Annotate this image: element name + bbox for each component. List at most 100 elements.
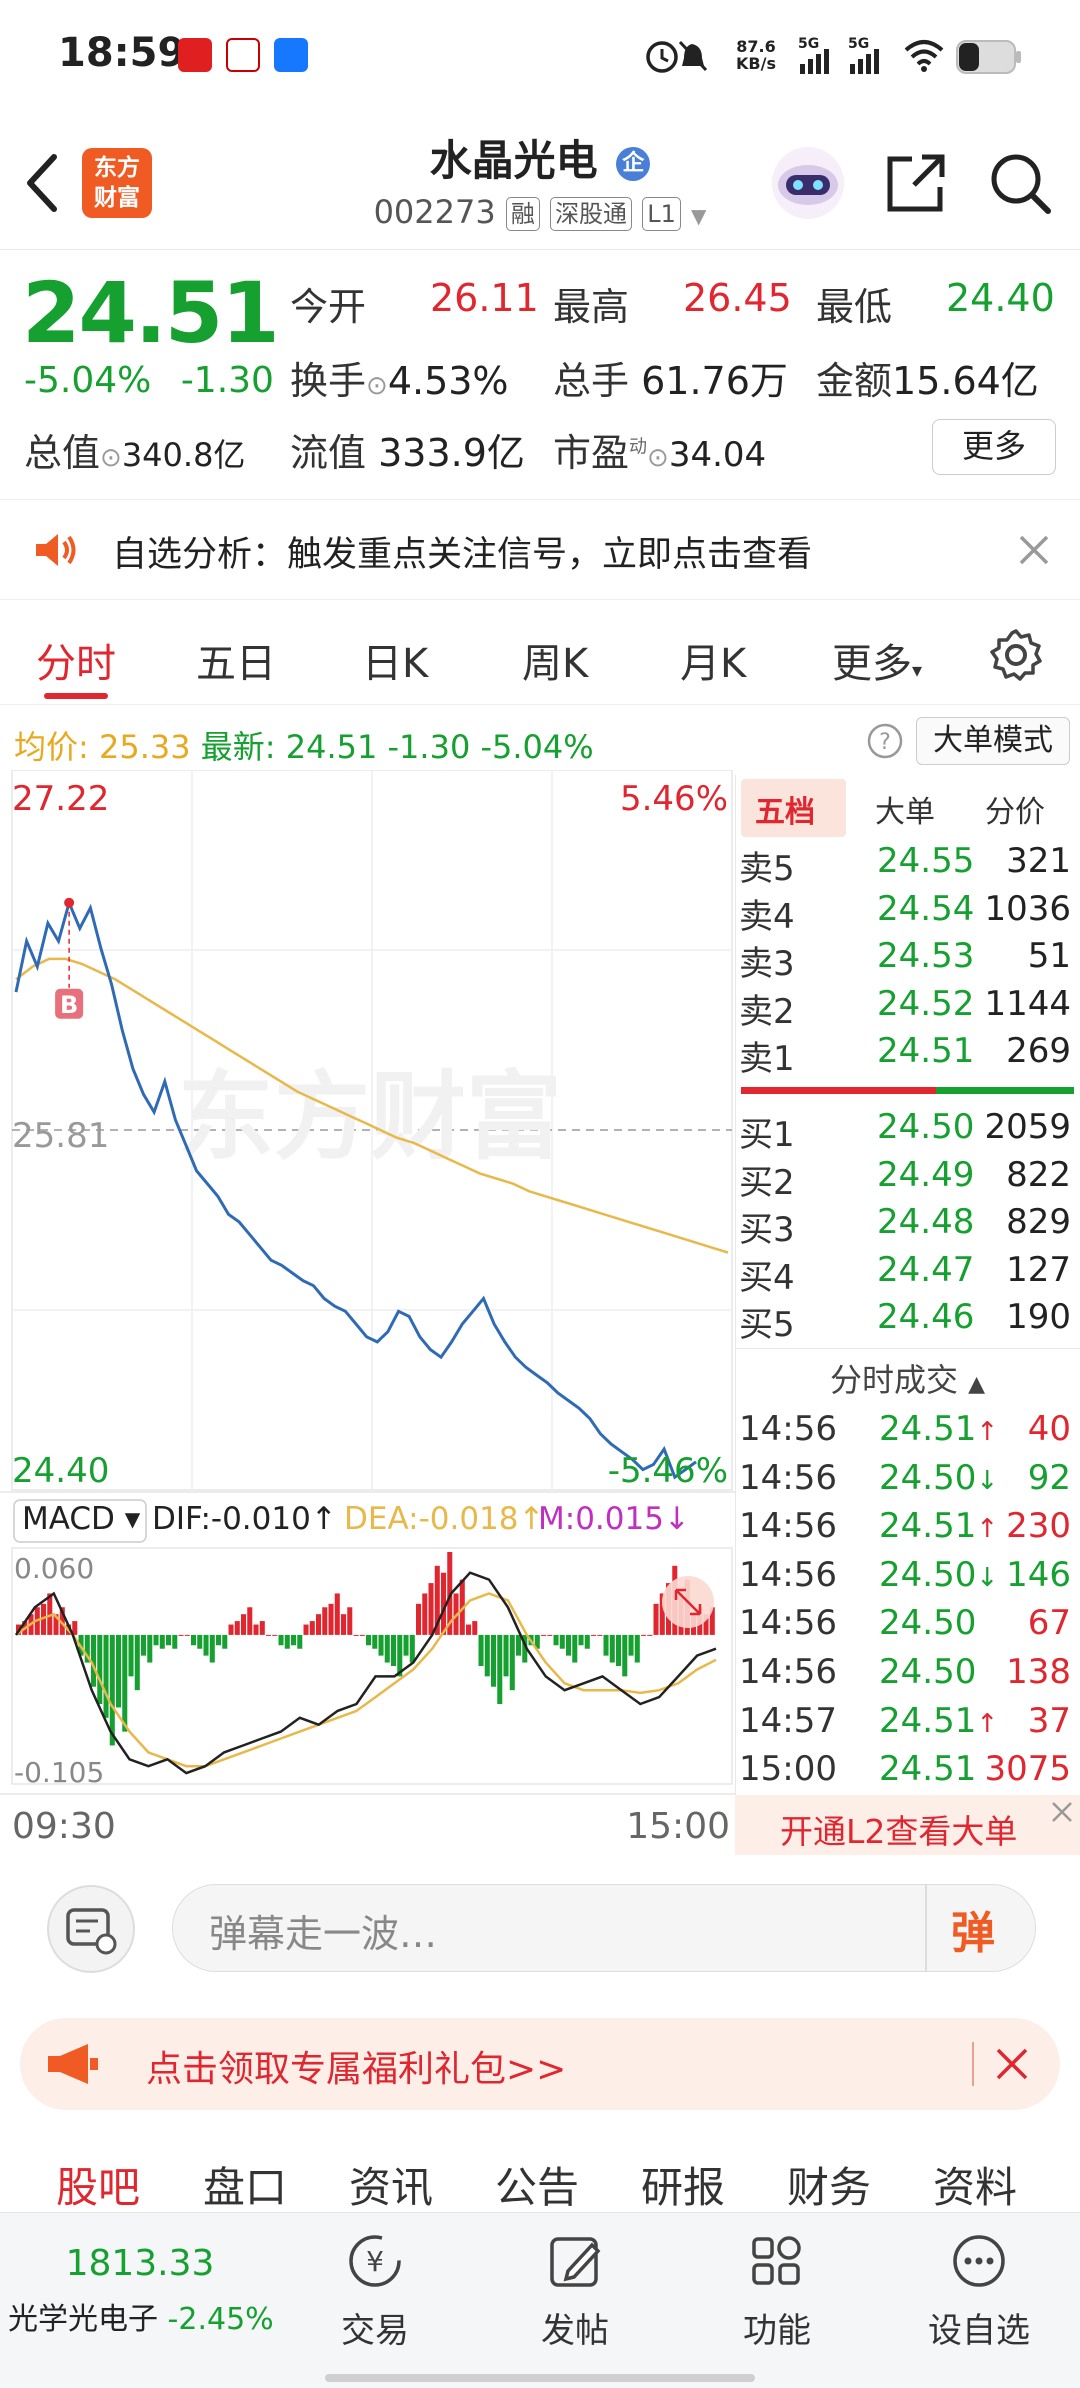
tab-profile[interactable]: 资料: [933, 2154, 1017, 2215]
close-icon[interactable]: [1049, 1799, 1075, 1825]
add-watchlist-button[interactable]: 设自选: [914, 2231, 1044, 2352]
close-icon[interactable]: [1018, 534, 1050, 566]
buy-point-label: B: [60, 991, 78, 1019]
settings-gear-icon[interactable]: [988, 627, 1044, 683]
l2-upgrade-bar[interactable]: 开通L2查看大单: [735, 1795, 1080, 1855]
comment-list-icon[interactable]: [46, 1884, 136, 1974]
macd-bar: [553, 1634, 559, 1646]
buy-level-row[interactable]: 买2 24.49 822: [739, 1155, 1079, 1203]
level-price: 24.53: [877, 936, 975, 976]
price-chart-area: 东方财富 B 27.22 25.81 24.40 5.46% -5.46%: [11, 770, 733, 1491]
macd-bar: [228, 1624, 234, 1635]
tab-five-level[interactable]: 五档: [755, 787, 815, 831]
macd-bar: [484, 1634, 490, 1677]
tab-research[interactable]: 研报: [641, 2154, 725, 2215]
tick-price: 24.50: [879, 1652, 976, 1692]
sell-pressure-bar: [741, 1087, 936, 1094]
tag-level: L1: [642, 197, 681, 231]
macd-bar: [578, 1634, 584, 1646]
tab-forum[interactable]: 股吧: [56, 2154, 140, 2215]
tab-intraday[interactable]: 分时: [36, 631, 116, 689]
level-label: 卖3: [739, 944, 795, 984]
level-volume: 51: [1027, 936, 1071, 976]
buy-level-row[interactable]: 买1 24.50 2059: [739, 1107, 1079, 1155]
functions-button[interactable]: 功能: [712, 2231, 842, 2352]
buy-level-row[interactable]: 买3 24.48 829: [739, 1202, 1079, 1250]
sell-level-row[interactable]: 卖1 24.51 269: [739, 1031, 1079, 1079]
quote-more-button[interactable]: 更多: [932, 419, 1056, 475]
change-percent: -5.04%: [24, 360, 152, 401]
tick-price-value: 24.51: [879, 1700, 977, 1741]
post-button[interactable]: 发帖: [510, 2231, 640, 2352]
alarm-icon: [646, 40, 708, 73]
tick-direction: ↑: [976, 1708, 999, 1739]
tab-news[interactable]: 资讯: [349, 2154, 433, 2215]
danmu-toggle-button[interactable]: 弹: [951, 1897, 995, 1961]
help-icon[interactable]: ?: [866, 722, 904, 760]
macd-bar: [347, 1607, 353, 1635]
high-field: 最高: [553, 276, 629, 331]
robot-assistant-icon[interactable]: [770, 145, 846, 221]
level-price: 24.48: [877, 1202, 975, 1242]
search-icon[interactable]: [988, 151, 1054, 217]
tag-connect: 深股通: [550, 197, 633, 231]
pe-field[interactable]: 市盈动⊙34.04: [553, 422, 766, 477]
macd-bar: [466, 1624, 472, 1635]
macd-y-bottom-label: -0.105: [14, 1756, 104, 1789]
notice-bar[interactable]: 自选分析：触发重点关注信号，立即点击查看: [0, 500, 1080, 600]
sell-level-row[interactable]: 卖3 24.53 51: [739, 936, 1079, 984]
big-order-mode-button[interactable]: 大单模式: [916, 717, 1070, 765]
alipay-notification-icon: [274, 38, 308, 72]
tab-big-order[interactable]: 大单: [875, 787, 935, 831]
macd-bar: [284, 1634, 290, 1649]
share-icon[interactable]: [884, 151, 950, 217]
macd-bar: [272, 1634, 278, 1636]
intraday-chart[interactable]: 东方财富 B 27.22 25.81 24.40 5.46% -5.46% MACD ▾ DI…: [0, 770, 735, 1860]
macd-bar: [566, 1634, 572, 1656]
close-icon[interactable]: [994, 2046, 1030, 2082]
chart-tabs: 分时 五日 日K 周K 月K 更多▾: [0, 605, 1080, 705]
tick-direction: ↓: [976, 1562, 999, 1593]
macd-bar: [353, 1634, 359, 1636]
l2-text: 开通L2查看大单: [780, 1812, 1018, 1851]
tab-weekly-k[interactable]: 周K: [522, 631, 588, 689]
macd-bar: [309, 1621, 315, 1635]
tab-announcements[interactable]: 公告: [495, 2154, 579, 2215]
turnover-field[interactable]: 换手⊙4.53%: [290, 350, 509, 405]
macd-bar: [184, 1634, 190, 1636]
content-tabs: 股吧 盘口 资讯 公告 研报 财务 资料: [0, 2140, 1080, 2222]
amount-value: 15.64亿: [892, 359, 1039, 403]
mktcap-field[interactable]: 总值⊙340.8亿: [24, 422, 245, 477]
add-watchlist-label: 设自选: [928, 2311, 1030, 2351]
macd-bar: [509, 1634, 515, 1691]
sector-index-value: 1813.33: [65, 2243, 215, 2284]
sell-level-row[interactable]: 卖5 24.55 321: [739, 841, 1079, 889]
macd-bar: [616, 1634, 622, 1666]
sell-level-row[interactable]: 卖2 24.52 1144: [739, 984, 1079, 1032]
tab-orderbook[interactable]: 盘口: [203, 2154, 287, 2215]
sell-level-row[interactable]: 卖4 24.54 1036: [739, 889, 1079, 937]
tab-more[interactable]: 更多▾: [832, 631, 922, 689]
pct-top-label: 5.46%: [620, 779, 728, 819]
dif-label: DIF:-0.010↑: [152, 1501, 337, 1537]
tab-financials[interactable]: 财务: [787, 2154, 871, 2215]
buy-level-row[interactable]: 买5 24.46 190: [739, 1297, 1079, 1345]
ticks-title[interactable]: 分时成交 ▲: [735, 1355, 1080, 1401]
macd-bar: [653, 1603, 659, 1635]
promo-banner[interactable]: 点击领取专属福利礼包>>: [20, 2018, 1060, 2110]
tab-five-day[interactable]: 五日: [196, 631, 276, 689]
tab-more-label: 更多: [832, 641, 912, 687]
tick-row: 14:56 24.50 138: [739, 1652, 1079, 1700]
tab-price-distribution[interactable]: 分价: [985, 787, 1045, 831]
tab-monthly-k[interactable]: 月K: [680, 631, 746, 689]
mktcap-value: 340.8亿: [121, 436, 246, 474]
buy-level-row[interactable]: 买4 24.47 127: [739, 1250, 1079, 1298]
danmu-input[interactable]: 弹幕走一波… 弹: [172, 1884, 1036, 1972]
macd-bar: [266, 1634, 272, 1636]
latest-change: -1.30: [387, 728, 471, 766]
tab-daily-k[interactable]: 日K: [362, 631, 428, 689]
macd-selector: MACD ▾: [22, 1501, 141, 1537]
trade-button[interactable]: ¥ 交易: [310, 2231, 440, 2352]
sector-index[interactable]: 1813.33 光学光电子 -2.45%: [0, 2243, 280, 2338]
buy-pressure-bar: [936, 1087, 1074, 1094]
